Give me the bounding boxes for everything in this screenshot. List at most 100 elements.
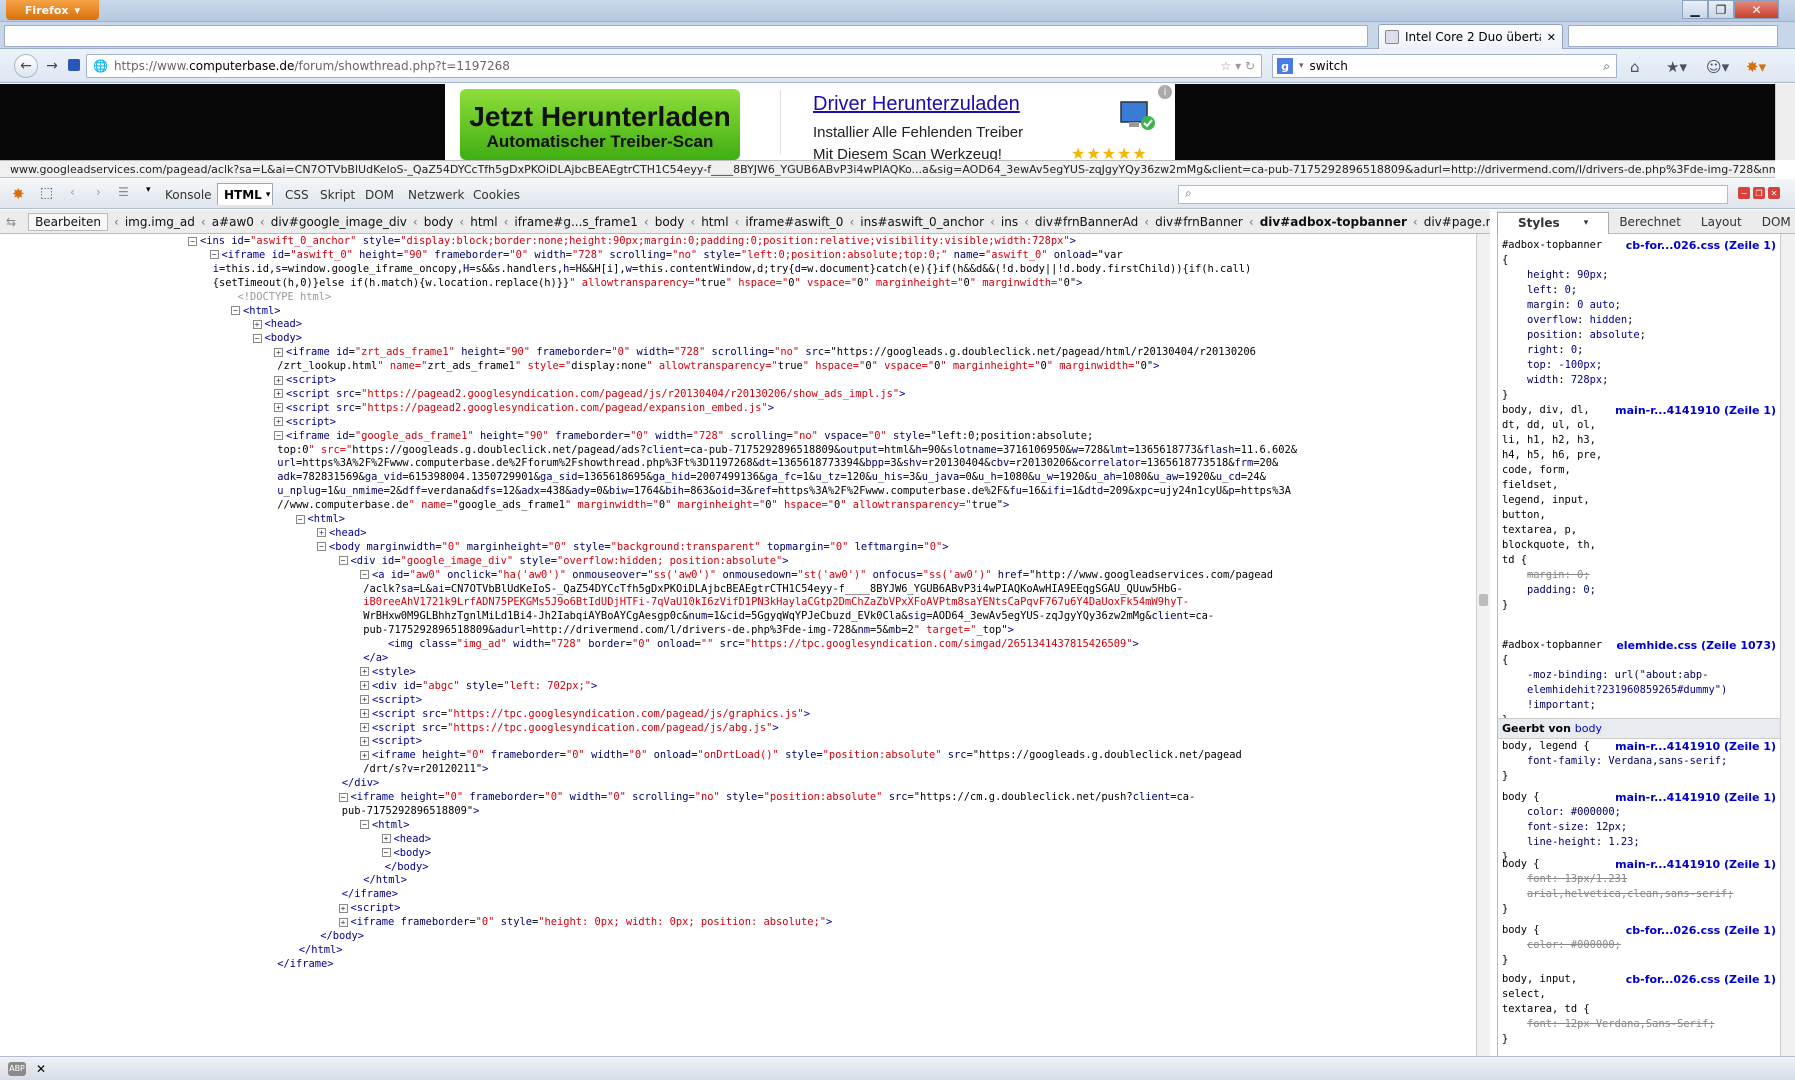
expand-icon[interactable]: +	[274, 403, 283, 413]
css-rule[interactable]: #adbox-topbanner { height: 90px; left: 0…	[1502, 238, 1777, 403]
tree-node[interactable]: </iframe>	[342, 887, 398, 901]
list-icon[interactable]: ☰	[118, 185, 129, 199]
collapse-icon[interactable]: −	[381, 848, 391, 858]
search-magnifier-icon[interactable]: ⌕	[1603, 59, 1616, 74]
breadcrumb-scroll-left-icon[interactable]: ⇆	[0, 215, 22, 229]
tree-node[interactable]: + <head>	[381, 832, 431, 846]
expand-icon[interactable]: +	[338, 917, 348, 927]
crumb[interactable]: div#frnBanner	[1149, 215, 1249, 229]
rule-source-link[interactable]: main-r...4141910 (Zeile 1)	[1615, 739, 1776, 754]
styles-scrollbar[interactable]	[1780, 234, 1795, 1056]
collapse-icon[interactable]: −	[252, 333, 262, 343]
crumb[interactable]: iframe#g...s_frame1	[508, 215, 644, 229]
tree-node[interactable]: u_nplug=1&u_nmime=2&dff=verdana&dfs=12&a…	[277, 484, 1291, 498]
back-button[interactable]: ←	[14, 54, 38, 78]
tree-node[interactable]: + <script src="https://pagead2.googlesynd…	[274, 387, 905, 401]
expand-icon[interactable]: +	[360, 681, 369, 691]
crumb[interactable]: ins	[995, 215, 1024, 229]
tree-node[interactable]: − <iframe height="0" frameborder="0" widt…	[338, 790, 1195, 804]
crumb[interactable]: body	[649, 215, 691, 229]
close-panel-icon[interactable]: ✕	[1768, 187, 1780, 199]
collapse-icon[interactable]: −	[338, 556, 348, 566]
tree-node[interactable]: + <script src="https://tpc.googlesyndicat…	[360, 707, 810, 721]
tree-node[interactable]: </body>	[320, 929, 364, 943]
tree-node[interactable]: − <iframe id="aswift_0" height="90" frame…	[209, 248, 1123, 262]
expand-icon[interactable]: +	[360, 723, 369, 732]
home-icon[interactable]: ⌂	[1630, 58, 1640, 76]
tree-node[interactable]: + <iframe height="0" frameborder="0" widt…	[360, 748, 1242, 762]
search-input[interactable]: switch	[1310, 59, 1348, 73]
detach-panel-icon[interactable]: ❐	[1753, 187, 1765, 199]
collapse-icon[interactable]: −	[317, 542, 326, 552]
tree-node[interactable]: − <html>	[360, 818, 410, 832]
maximize-button[interactable]: ❐	[1708, 0, 1734, 19]
tree-node[interactable]: + <script>	[274, 415, 336, 429]
ad-info-icon[interactable]: i	[1158, 85, 1172, 99]
tree-node[interactable]: {setTimeout(h,0)}else if(h.match){w.loca…	[213, 276, 1083, 290]
rule-source-link[interactable]: elemhide.css (Zeile 1073)	[1616, 638, 1776, 653]
tree-node[interactable]: url=https%3A%2F%2Fwww.computerbase.de%2F…	[277, 456, 1278, 470]
crumb[interactable]: img.img_ad	[119, 215, 201, 229]
crumb[interactable]: body	[418, 215, 460, 229]
crumb[interactable]: a#aw0	[206, 215, 260, 229]
expand-icon[interactable]: +	[360, 667, 369, 677]
bookmark-folder-icon[interactable]	[68, 59, 80, 71]
tree-node[interactable]: + <iframe frameborder="0" style="height: …	[338, 915, 832, 929]
firebug-search-input[interactable]: ⌕	[1178, 185, 1728, 204]
tree-node[interactable]: + <script src="https://pagead2.googlesynd…	[274, 401, 774, 415]
collapse-icon[interactable]: −	[209, 250, 219, 260]
tree-node[interactable]: + <head>	[317, 526, 367, 540]
rule-source-link[interactable]: main-r...4141910 (Zeile 1)	[1615, 790, 1776, 805]
tree-node[interactable]: − <a id="aw0" onclick="ha('aw0')" onmouse…	[360, 568, 1273, 582]
tab-side-dom[interactable]: DOM	[1752, 215, 1795, 229]
crumb-current[interactable]: div#adbox-topbanner	[1254, 215, 1413, 229]
search-bar[interactable]: g ▾ switch ⌕	[1272, 54, 1617, 78]
expand-icon[interactable]: +	[360, 695, 369, 705]
tree-node[interactable]: </a>	[363, 651, 388, 665]
back-arrow-icon[interactable]: ‹	[70, 185, 75, 199]
tree-scrollbar[interactable]	[1476, 234, 1490, 1056]
google-search-engine-icon[interactable]: g	[1277, 58, 1293, 74]
close-tab-icon[interactable]: ✕	[1547, 31, 1556, 44]
crumb[interactable]: html	[695, 215, 734, 229]
scroll-thumb[interactable]	[1479, 594, 1488, 606]
collapse-icon[interactable]: −	[338, 792, 348, 802]
crumb[interactable]: html	[464, 215, 503, 229]
tree-node[interactable]: //www.computerbase.de" name="google_ads_…	[277, 498, 1009, 512]
firebug-menu-icon[interactable]: ✸	[12, 185, 25, 203]
expand-icon[interactable]: +	[360, 709, 369, 719]
expand-icon[interactable]: +	[360, 750, 369, 760]
tab-netzwerk[interactable]: Netzwerk	[403, 184, 469, 205]
close-addon-bar-icon[interactable]: ✕	[36, 1062, 46, 1076]
tree-node[interactable]: adk=782831569&ga_vid=615398004.135072990…	[277, 470, 1266, 484]
tree-node[interactable]: <img class="img_ad" width="728" border="…	[388, 637, 1139, 651]
address-bar[interactable]: 🌐 https://www.computerbase.de/forum/show…	[86, 54, 1262, 78]
adblock-icon[interactable]: ABP	[8, 1061, 26, 1076]
expand-icon[interactable]: +	[317, 528, 326, 538]
tree-node[interactable]: <!DOCTYPE html>	[237, 290, 331, 304]
collapse-icon[interactable]: −	[295, 514, 305, 524]
tree-node[interactable]: </body>	[385, 860, 429, 874]
tab-active[interactable]: Intel Core 2 Duo übertakte... ✕	[1378, 24, 1563, 49]
collapse-icon[interactable]: −	[360, 570, 369, 580]
tree-node[interactable]: − <html>	[295, 512, 345, 526]
tab-skript[interactable]: Skript	[315, 184, 360, 205]
crumb[interactable]: iframe#aswift_0	[739, 215, 849, 229]
tree-node[interactable]: </html>	[299, 943, 343, 957]
rule-source-link[interactable]: cb-for...026.css (Zeile 1)	[1626, 972, 1776, 987]
tab-cookies[interactable]: Cookies	[468, 184, 525, 205]
tree-node[interactable]: + <div id="abgc" style="left: 702px;">	[360, 679, 597, 693]
tree-node[interactable]: − <body>	[381, 846, 431, 860]
expand-icon[interactable]: +	[252, 319, 262, 329]
tab-konsole[interactable]: Konsole	[160, 184, 217, 205]
tree-node[interactable]: + <script>	[360, 693, 422, 707]
tree-node[interactable]: + <head>	[252, 317, 302, 331]
tree-node[interactable]: − <ins id="aswift_0_anchor" style="displa…	[188, 234, 1076, 248]
expand-icon[interactable]: +	[274, 347, 283, 357]
tree-node[interactable]: top:0" src="https://googleads.g.doublecl…	[277, 443, 1297, 457]
tree-node[interactable]: − <body>	[252, 331, 302, 345]
addon-icon[interactable]: ☺▾	[1706, 58, 1729, 76]
expand-icon[interactable]: +	[274, 375, 283, 385]
collapse-icon[interactable]: −	[360, 820, 369, 830]
star-bookmark-icon[interactable]: ☆ ▾ ↻	[1221, 59, 1261, 73]
